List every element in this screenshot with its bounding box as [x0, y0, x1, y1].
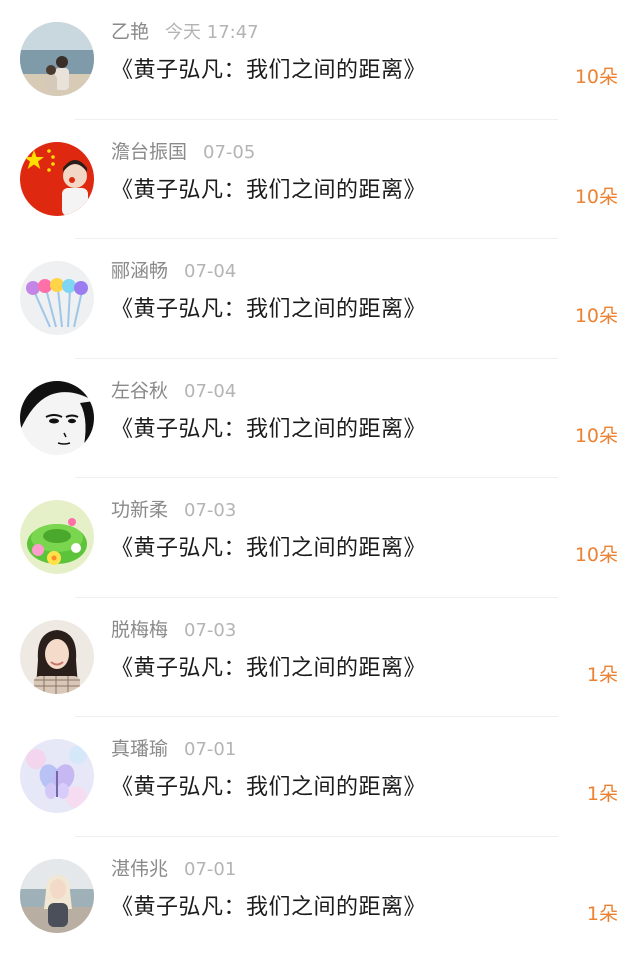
flower-count: 10朵: [575, 421, 618, 451]
beach-couple-avatar-image: [20, 22, 94, 96]
user-name[interactable]: 脱梅梅: [111, 619, 168, 641]
story-title[interactable]: 《黄子弘凡：我们之间的距离》: [111, 415, 426, 445]
flower-count: 10朵: [575, 62, 618, 92]
story-title[interactable]: 《黄子弘凡：我们之间的距离》: [111, 534, 426, 564]
avatar[interactable]: [20, 142, 94, 216]
flower-count: 10朵: [575, 301, 618, 331]
avatar[interactable]: [20, 381, 94, 455]
user-name[interactable]: 乙艳: [111, 21, 149, 43]
green-cake-avatar-image: [20, 500, 94, 574]
timestamp: 07-04: [184, 261, 236, 282]
story-title[interactable]: 《黄子弘凡：我们之间的距离》: [111, 654, 426, 684]
name-line: 郦涵畅 07-04: [111, 256, 236, 286]
name-line: 左谷秋 07-04: [111, 376, 236, 406]
story-title[interactable]: 《黄子弘凡：我们之间的距离》: [111, 773, 426, 803]
story-title[interactable]: 《黄子弘凡：我们之间的距离》: [111, 893, 426, 923]
user-name[interactable]: 左谷秋: [111, 380, 168, 402]
name-line: 脱梅梅 07-03: [111, 615, 236, 645]
list-item[interactable]: 澹台振国 07-05 《黄子弘凡：我们之间的距离》 10朵: [0, 120, 640, 240]
name-line: 澹台振国 07-05: [111, 137, 255, 167]
timestamp: 07-01: [184, 859, 236, 880]
china-flag-avatar-image: [20, 142, 94, 216]
seaside-girl-avatar-image: [20, 859, 94, 933]
list-item[interactable]: 功新柔 07-03 《黄子弘凡：我们之间的距离》 10朵: [0, 478, 640, 598]
avatar[interactable]: [20, 859, 94, 933]
avatar[interactable]: [20, 22, 94, 96]
avatar[interactable]: [20, 500, 94, 574]
name-line: 湛伟兆 07-01: [111, 854, 236, 884]
name-line: 乙艳今天 17:47: [111, 17, 259, 47]
story-title[interactable]: 《黄子弘凡：我们之间的距离》: [111, 56, 426, 86]
timestamp: 07-03: [184, 500, 236, 521]
user-name[interactable]: 湛伟兆: [111, 858, 168, 880]
flower-count: 1朵: [587, 899, 618, 929]
name-line: 真璠瑜 07-01: [111, 734, 236, 764]
girl-portrait-avatar-image: [20, 620, 94, 694]
story-title[interactable]: 《黄子弘凡：我们之间的距离》: [111, 295, 426, 325]
timestamp: 07-04: [184, 381, 236, 402]
pom-pom-pens-avatar-image: [20, 261, 94, 335]
list-item[interactable]: 乙艳今天 17:47 《黄子弘凡：我们之间的距离》 10朵: [0, 0, 640, 120]
list-item[interactable]: 郦涵畅 07-04 《黄子弘凡：我们之间的距离》 10朵: [0, 239, 640, 359]
timestamp: 07-01: [184, 739, 236, 760]
timestamp: 07-05: [203, 142, 255, 163]
user-name[interactable]: 澹台振国: [111, 141, 187, 163]
timestamp: 今天 17:47: [165, 22, 259, 43]
manga-face-avatar-image: [20, 381, 94, 455]
avatar[interactable]: [20, 620, 94, 694]
gift-record-list: 乙艳今天 17:47 《黄子弘凡：我们之间的距离》 10朵 澹台振国 07-05: [0, 0, 640, 949]
butterfly-avatar-image: [20, 739, 94, 813]
name-line: 功新柔 07-03: [111, 495, 236, 525]
user-name[interactable]: 真璠瑜: [111, 738, 168, 760]
flower-count: 1朵: [587, 660, 618, 690]
list-item[interactable]: 真璠瑜 07-01 《黄子弘凡：我们之间的距离》 1朵: [0, 717, 640, 837]
list-item[interactable]: 左谷秋 07-04 《黄子弘凡：我们之间的距离》 10朵: [0, 359, 640, 479]
user-name[interactable]: 郦涵畅: [111, 260, 168, 282]
avatar[interactable]: [20, 261, 94, 335]
flower-count: 1朵: [587, 779, 618, 809]
story-title[interactable]: 《黄子弘凡：我们之间的距离》: [111, 176, 426, 206]
flower-count: 10朵: [575, 540, 618, 570]
timestamp: 07-03: [184, 620, 236, 641]
list-item[interactable]: 脱梅梅 07-03 《黄子弘凡：我们之间的距离》 1朵: [0, 598, 640, 718]
list-item[interactable]: 湛伟兆 07-01 《黄子弘凡：我们之间的距离》 1朵: [0, 837, 640, 956]
user-name[interactable]: 功新柔: [111, 499, 168, 521]
flower-count: 10朵: [575, 182, 618, 212]
avatar[interactable]: [20, 739, 94, 813]
